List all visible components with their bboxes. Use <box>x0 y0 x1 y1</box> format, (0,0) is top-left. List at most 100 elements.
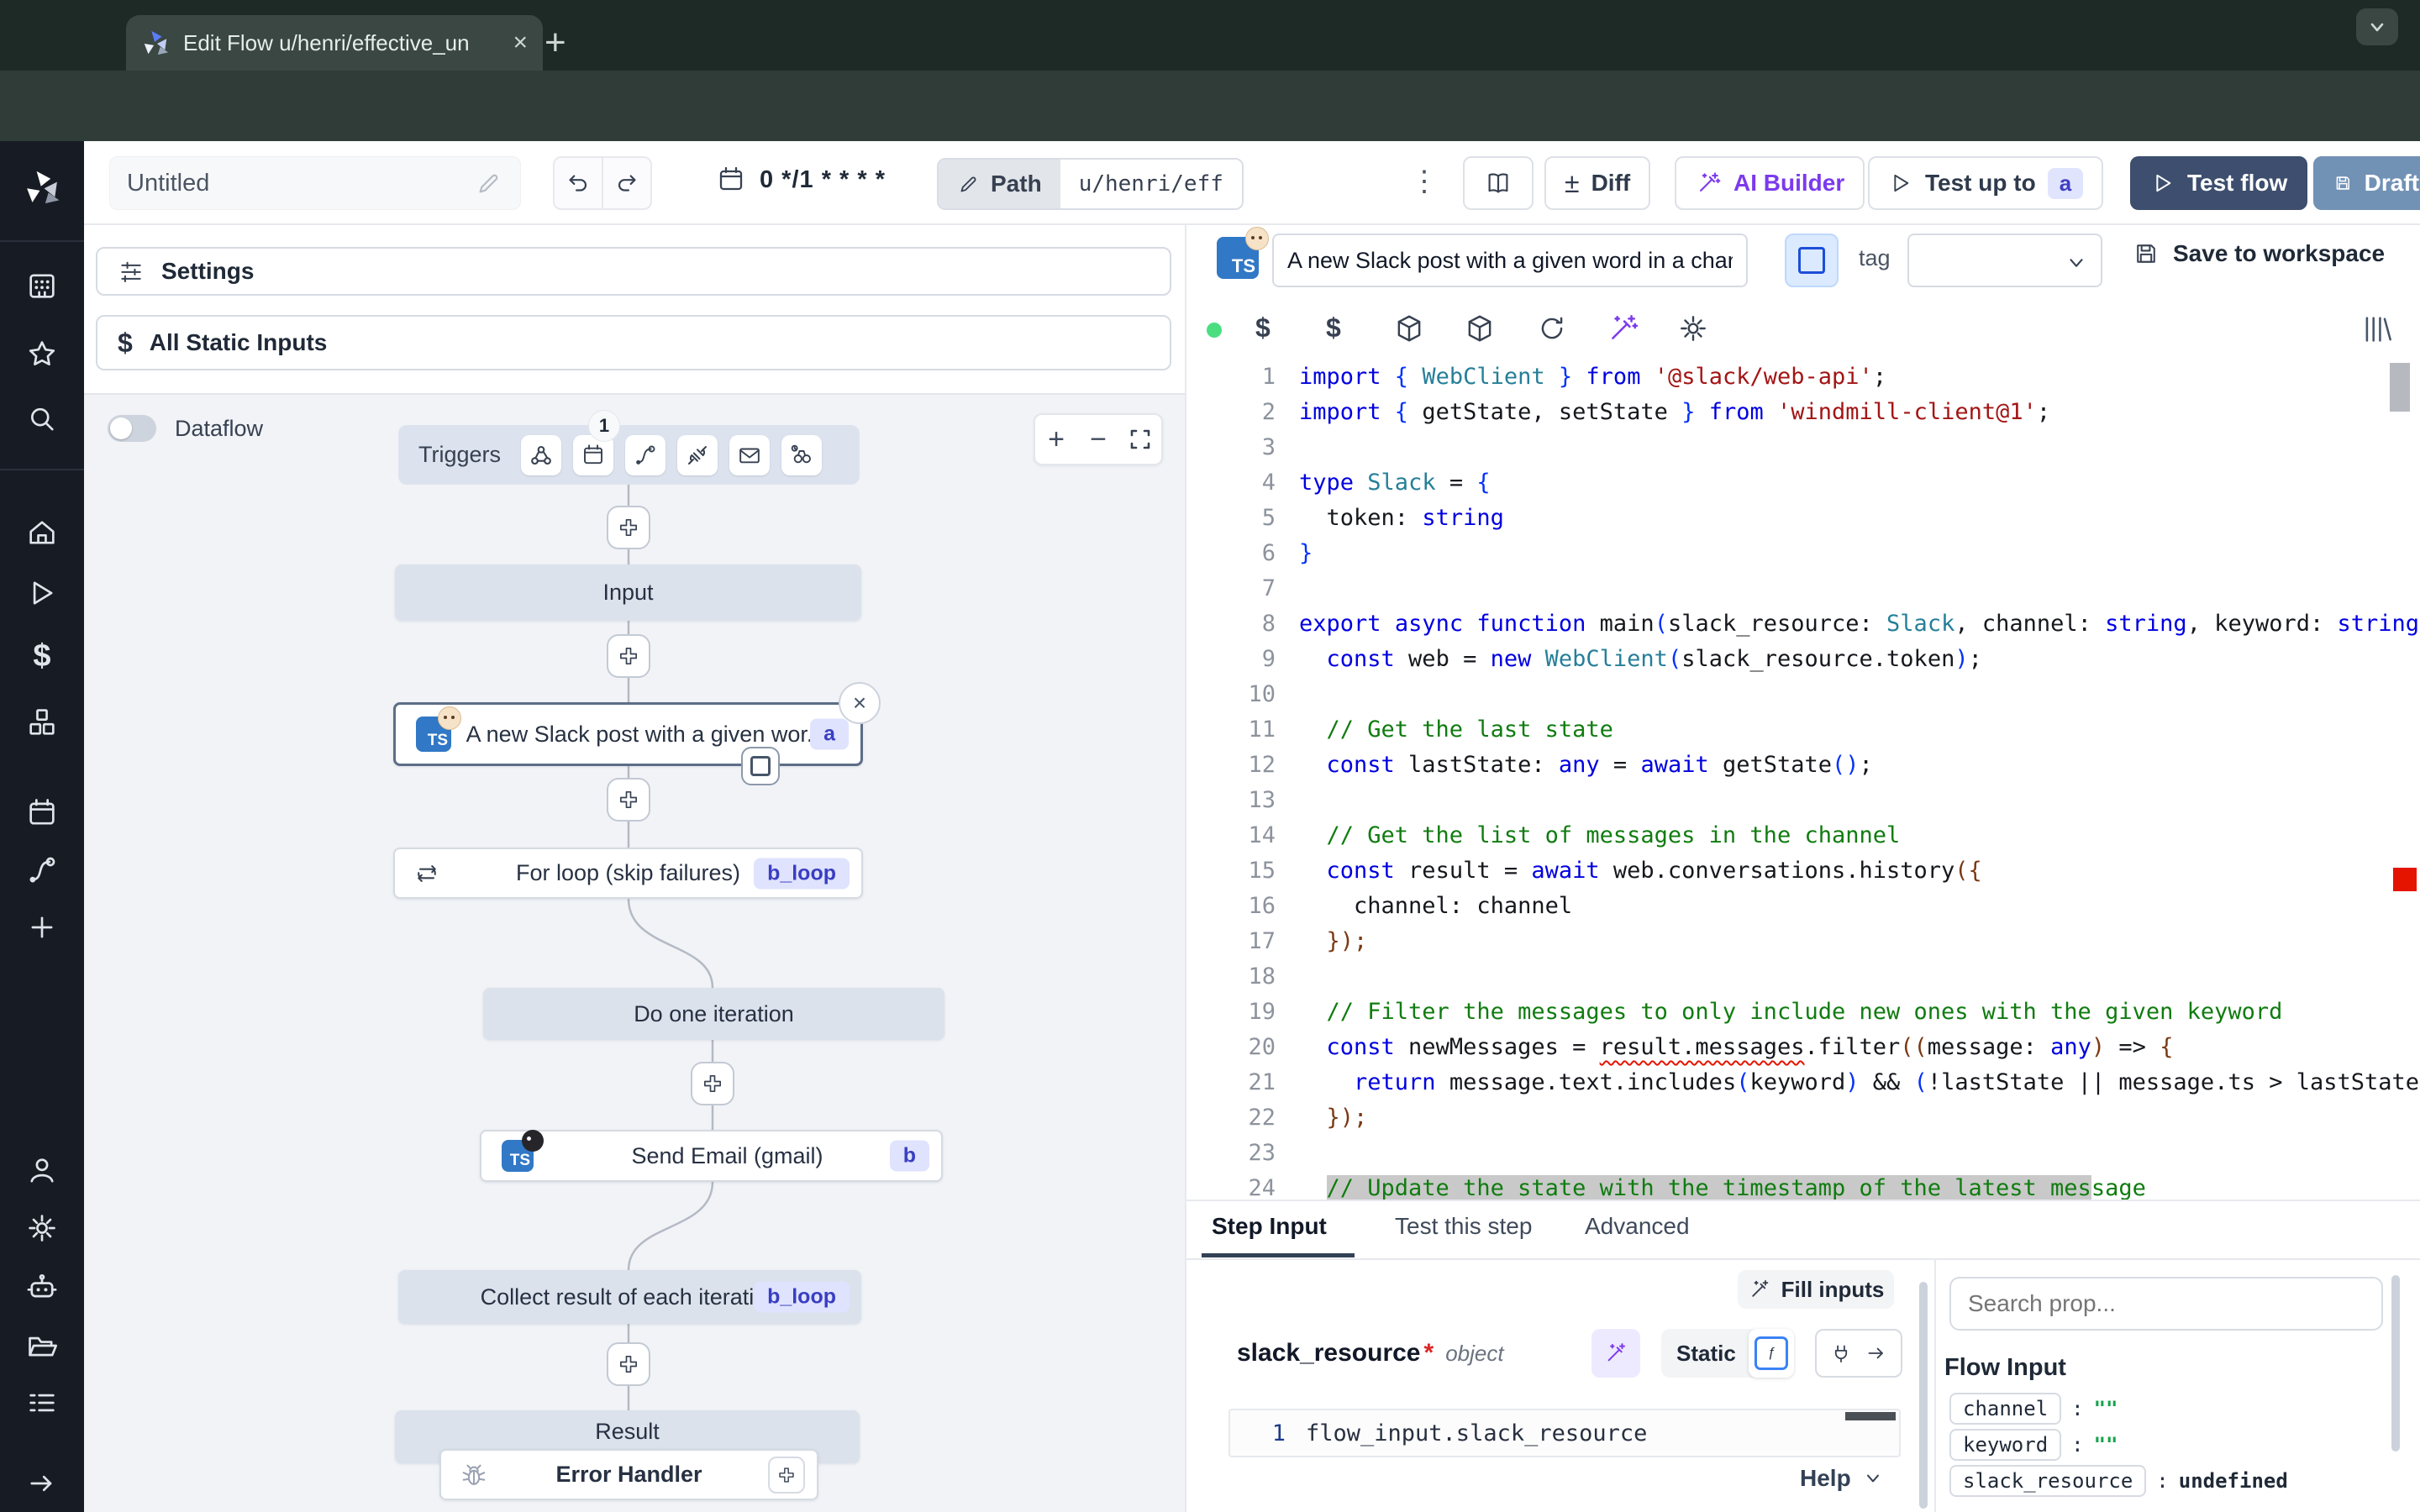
http-route-trigger-icon[interactable] <box>625 435 666 475</box>
gear-icon[interactable] <box>1677 312 1709 344</box>
book-icon <box>1484 169 1512 197</box>
sidebar-item-schedules[interactable] <box>25 796 59 830</box>
diff-button[interactable]: ± Diff <box>1544 156 1650 210</box>
poll-trigger-icon[interactable] <box>781 435 822 475</box>
ai-builder-button[interactable]: AI Builder <box>1675 156 1865 210</box>
node-forloop[interactable]: For loop (skip failures) b_loop <box>393 848 863 899</box>
mini-hscrollbar[interactable] <box>1845 1412 1896 1420</box>
undo-button[interactable] <box>555 158 602 208</box>
add-step-button[interactable] <box>607 634 650 678</box>
fit-view-button[interactable] <box>1119 415 1161 464</box>
step-id-badge: b <box>890 1141 929 1172</box>
ai-wand-icon[interactable] <box>1607 312 1639 344</box>
prop-key[interactable]: slack_resource <box>1949 1465 2146 1497</box>
resources-icon[interactable]: $ <box>1326 312 1341 344</box>
node-input[interactable]: Input <box>395 564 861 621</box>
prop-key[interactable]: channel <box>1949 1393 2061 1425</box>
new-tab-button[interactable]: + <box>544 22 566 64</box>
test-up-to-button[interactable]: Test up to a <box>1868 156 2103 210</box>
sidebar-collapse-icon[interactable] <box>25 1467 59 1500</box>
form-scrollbar-thumb[interactable] <box>1919 1282 1928 1509</box>
sidebar-item-runs[interactable] <box>25 576 59 610</box>
prop-value: undefined <box>2179 1469 2288 1493</box>
remove-step-button[interactable]: × <box>839 682 881 724</box>
tab-advanced[interactable]: Advanced <box>1585 1213 1690 1240</box>
add-step-button[interactable] <box>607 1342 650 1386</box>
variables-icon[interactable]: $ <box>1255 312 1270 344</box>
code-editor[interactable]: 1import { WebClient } from '@slack/web-a… <box>1186 360 2420 1205</box>
redo-button[interactable] <box>602 158 650 208</box>
schedule-button[interactable]: 0 */1 * * * * <box>716 165 886 195</box>
expression-editor[interactable]: 1 flow_input.slack_resource <box>1228 1409 1901 1457</box>
sidebar-item-workspace[interactable] <box>25 269 59 302</box>
package-icon[interactable] <box>1393 312 1425 344</box>
node-slack-step[interactable]: TS A new Slack post with a given wor... … <box>393 702 863 766</box>
prop-key[interactable]: keyword <box>1949 1429 2061 1461</box>
sidebar-item-routes[interactable] <box>25 853 59 887</box>
props-scrollbar-thumb[interactable] <box>2391 1275 2400 1452</box>
sidebar-item-favorites[interactable] <box>25 338 59 371</box>
sidebar-item-settings[interactable] <box>25 1211 59 1245</box>
zoom-out-button[interactable]: − <box>1077 415 1119 464</box>
diff-label: Diff <box>1591 170 1631 197</box>
webhook-trigger-icon[interactable] <box>521 435 561 475</box>
search-prop-input[interactable] <box>1949 1277 2383 1331</box>
docs-button[interactable] <box>1463 156 1534 210</box>
windmill-logo-icon[interactable] <box>23 168 61 207</box>
add-step-button[interactable] <box>607 506 650 549</box>
stop-after-step-button[interactable] <box>741 747 780 785</box>
all-static-inputs-row[interactable]: $ All Static Inputs <box>96 315 1171 370</box>
dataflow-toggle[interactable] <box>108 415 156 442</box>
tag-label: tag <box>1859 245 1891 271</box>
node-send-email[interactable]: TS Send Email (gmail) b <box>480 1130 943 1182</box>
sidebar-item-resources[interactable] <box>25 706 59 739</box>
add-step-button[interactable] <box>607 778 650 822</box>
sidebar-item-workers[interactable] <box>25 1270 59 1304</box>
flow-graph[interactable]: Dataflow + − Triggers 1 In <box>84 393 1185 1512</box>
sidebar-item-folders[interactable] <box>25 1329 59 1362</box>
sidebar-item-logs[interactable] <box>25 1386 59 1420</box>
tab-search-chevron-icon[interactable] <box>2356 8 2398 45</box>
package-icon[interactable] <box>1464 312 1496 344</box>
add-error-handler-button[interactable] <box>768 1457 805 1494</box>
node-do-one-iteration[interactable]: Do one iteration <box>483 988 944 1040</box>
library-icon[interactable] <box>2360 312 2393 346</box>
flow-name-field[interactable]: Untitled <box>109 156 521 210</box>
test-flow-button[interactable]: Test flow <box>2130 156 2307 210</box>
connect-input-group[interactable] <box>1815 1329 1902 1378</box>
settings-row[interactable]: Settings <box>96 247 1171 296</box>
flow-input-prop[interactable]: slack_resource:undefined <box>1949 1465 2288 1497</box>
flow-input-prop[interactable]: channel:"" <box>1949 1393 2118 1425</box>
tab-close-icon[interactable]: × <box>513 30 528 55</box>
ai-fill-button[interactable] <box>1591 1329 1640 1378</box>
node-error-handler[interactable]: Error Handler <box>439 1449 818 1500</box>
dataflow-toggle-row: Dataflow <box>108 415 263 442</box>
javascript-expression-button[interactable]: ƒ <box>1749 1329 1794 1378</box>
zoom-in-button[interactable]: + <box>1035 415 1077 464</box>
sidebar-item-variables[interactable]: $ <box>33 638 50 675</box>
save-to-workspace-button[interactable]: Save to workspace <box>2133 240 2385 267</box>
help-button[interactable]: Help <box>1800 1465 1883 1492</box>
node-collect-result[interactable]: Collect result of each iteration b_loop <box>398 1270 861 1324</box>
step-id-button[interactable] <box>1785 234 1839 287</box>
more-options-icon[interactable]: ⋮ <box>1410 165 1439 198</box>
flow-input-prop[interactable]: keyword:"" <box>1949 1429 2118 1461</box>
reload-icon[interactable] <box>1536 312 1568 344</box>
websocket-trigger-icon[interactable] <box>677 435 718 475</box>
browser-tab[interactable]: Edit Flow u/henri/effective_un × <box>126 15 543 71</box>
path-chip[interactable]: Path u/henri/eff <box>937 158 1244 210</box>
sidebar-item-home[interactable] <box>25 516 59 549</box>
draft-button[interactable]: Draft <box>2313 156 2420 210</box>
add-step-button[interactable] <box>691 1062 734 1105</box>
fill-inputs-button[interactable]: Fill inputs <box>1738 1270 1894 1309</box>
sidebar-item-add[interactable] <box>25 911 59 944</box>
tab-test-this-step[interactable]: Test this step <box>1395 1213 1532 1240</box>
editor-scrollbar-thumb[interactable] <box>2390 363 2410 412</box>
help-label: Help <box>1800 1465 1851 1492</box>
sidebar-item-search[interactable] <box>25 403 59 437</box>
step-name-input[interactable] <box>1272 234 1748 287</box>
tag-select[interactable] <box>1907 234 2102 287</box>
tab-step-input[interactable]: Step Input <box>1212 1213 1327 1240</box>
email-trigger-icon[interactable] <box>729 435 770 475</box>
sidebar-item-users[interactable] <box>25 1154 59 1188</box>
